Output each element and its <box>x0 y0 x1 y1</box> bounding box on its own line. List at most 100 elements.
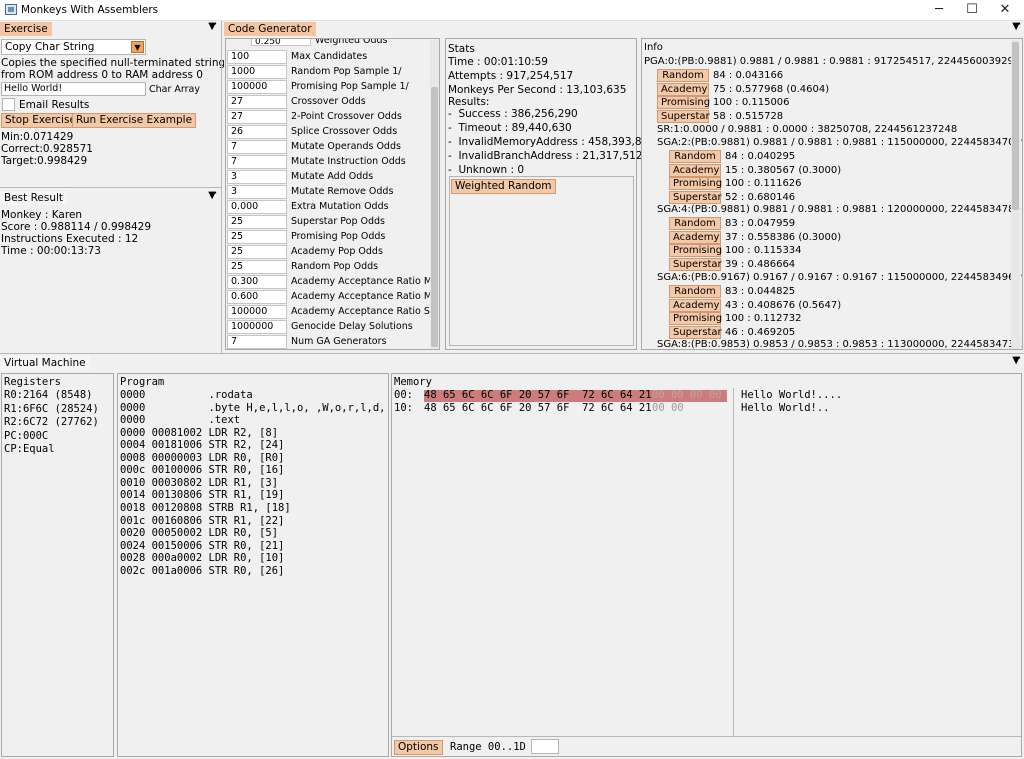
run-exercise-example-button[interactable]: Run Exercise Example <box>72 113 197 128</box>
info-pga-header: PGA:0:(PB:0.9881) 0.9881 / 0.9881 : 0.98… <box>644 56 1021 67</box>
info-population-button[interactable]: Promising <box>669 312 722 325</box>
param-label: Academy Pop Odds <box>291 246 383 257</box>
weighted-random-pane <box>449 176 634 346</box>
memory-row-1-address: 10: <box>394 402 413 414</box>
param-input[interactable]: 7 <box>227 155 287 169</box>
info-population-button[interactable]: Promising <box>669 244 722 257</box>
param-input[interactable]: 0.000 <box>227 200 287 214</box>
memory-range-input[interactable] <box>531 739 559 754</box>
info-population-button[interactable]: Superstar <box>669 190 722 204</box>
param-input[interactable]: 100 <box>227 50 287 64</box>
param-label: Random Pop Sample 1/ <box>291 66 402 77</box>
param-input[interactable]: 0.600 <box>227 290 287 304</box>
info-population-button[interactable]: Random <box>669 150 721 163</box>
exercise-dock-title: Exercise <box>0 22 52 36</box>
param-input[interactable]: 27 <box>227 110 287 124</box>
stats-result-line: - Success : 386,256,290 <box>448 108 578 120</box>
stats-result-line: - InvalidMemoryAddress : 458,393,852 <box>448 136 655 148</box>
param-input[interactable]: 100000 <box>227 80 287 94</box>
memory-row-0-ascii: Hello World!.... <box>741 389 843 401</box>
program-line: 0018 00120808 STRB R1, [18] <box>120 501 291 514</box>
info-population-value: 84 : 0.040295 <box>725 151 796 162</box>
exercise-min: Min:0.071429 <box>1 131 74 143</box>
param-label: Max Candidates <box>291 51 368 62</box>
info-population-value: 100 : 0.115006 <box>713 97 790 108</box>
memory-toolbar-divider <box>392 736 1021 737</box>
info-population-button[interactable]: Superstar <box>669 325 722 339</box>
program-line: 000c 00100006 STR R0, [16] <box>120 464 285 477</box>
weighted-random-button[interactable]: Weighted Random <box>451 179 556 194</box>
main-splitter[interactable] <box>0 353 1024 354</box>
exercise-select[interactable]: Copy Char String ▼ <box>1 39 146 55</box>
program-line: 0028 000a0002 LDR R0, [10] <box>120 552 285 565</box>
stats-results-label: Results: <box>448 96 490 108</box>
param-input[interactable]: 7 <box>227 140 287 154</box>
param-input[interactable]: 1000 <box>227 65 287 79</box>
info-population-value: 46 : 0.469205 <box>725 326 796 338</box>
param-label: Splice Crossover Odds <box>291 126 398 137</box>
register-line: PC:000C <box>4 429 49 442</box>
param-weighted-odds-input[interactable]: 0.250 <box>251 39 311 46</box>
scrollbar-thumb[interactable] <box>431 87 438 347</box>
param-input[interactable]: 7 <box>227 335 287 349</box>
maximize-button[interactable]: ☐ <box>955 0 989 20</box>
info-population-button[interactable]: Superstar <box>669 257 722 271</box>
stats-attempts: Attempts : 917,254,517 <box>448 70 574 82</box>
info-population-button[interactable]: Academy <box>669 298 721 312</box>
param-input[interactable]: 0.300 <box>227 275 287 289</box>
info-population-value: 100 : 0.112732 <box>725 313 802 324</box>
codegen-params-scrollbar[interactable] <box>430 40 439 349</box>
info-population-value: 15 : 0.380567 (0.3000) <box>725 164 842 176</box>
param-label: Promising Pop Odds <box>291 231 386 242</box>
param-label: Crossover Odds <box>291 96 366 107</box>
info-scrollbar[interactable] <box>1011 40 1020 349</box>
info-population-button[interactable]: Random <box>669 217 721 230</box>
info-population-button[interactable]: Random <box>657 69 709 82</box>
email-results-checkbox[interactable] <box>2 98 15 111</box>
info-sga4-header: SGA:4:(PB:0.9881) 0.9881 / 0.9881 : 0.98… <box>657 204 1023 215</box>
memory-row-0-address: 00: <box>394 389 413 401</box>
register-line: R1:6F6C (28524) <box>4 402 99 415</box>
exercise-input-field[interactable]: Hello World! <box>1 82 146 96</box>
left-splitter[interactable] <box>221 21 222 353</box>
info-population-value: 75 : 0.577968 (0.4604) <box>713 83 830 95</box>
param-input[interactable]: 25 <box>227 230 287 244</box>
param-input[interactable]: 25 <box>227 215 287 229</box>
info-population-button[interactable]: Promising <box>669 177 722 190</box>
close-button[interactable]: ✕ <box>988 0 1022 20</box>
minimize-button[interactable]: ─ <box>922 0 956 20</box>
codegen-params-pane[interactable]: 0.250 Weighted Odds 100 Max Candidates 100… <box>225 38 440 350</box>
memory-range-label: Range 00..1D <box>450 741 526 753</box>
param-input[interactable]: 100000 <box>227 305 287 319</box>
param-input[interactable]: 3 <box>227 185 287 199</box>
window-title: Monkeys With Assemblers <box>21 4 159 16</box>
program-title: Program <box>120 376 165 388</box>
info-sr-line: SR:1:0.0000 / 0.9881 : 0.0000 : 38250708… <box>657 124 958 135</box>
virtual-machine-dock-title: Virtual Machine <box>0 356 90 370</box>
info-population-button[interactable]: Academy <box>657 82 709 96</box>
param-input[interactable]: 3 <box>227 170 287 184</box>
exercise-splitter[interactable] <box>0 187 221 188</box>
param-input[interactable]: 25 <box>227 245 287 259</box>
info-pane: Info PGA:0:(PB:0.9881) 0.9881 / 0.9881 : … <box>641 38 1023 350</box>
exercise-input-type: Char Array <box>149 84 200 95</box>
stop-exercise-button[interactable]: Stop Exercise <box>1 113 80 128</box>
info-population-button[interactable]: Academy <box>669 230 721 244</box>
virtual-machine-dock-titlebar: Virtual Machine ▼ ━ <box>0 353 1024 371</box>
memory-options-button[interactable]: Options <box>394 740 443 755</box>
param-input[interactable]: 27 <box>227 95 287 109</box>
param-input[interactable]: 1000000 <box>227 320 287 334</box>
param-label: Extra Mutation Odds <box>291 201 389 212</box>
param-input[interactable]: 25 <box>227 260 287 274</box>
program-line: 001c 00160806 STR R1, [22] <box>120 514 285 527</box>
param-input[interactable]: 26 <box>227 125 287 139</box>
info-population-button[interactable]: Academy <box>669 163 721 177</box>
info-population-button[interactable]: Superstar <box>657 109 710 123</box>
dropdown-arrow-icon[interactable]: ▼ <box>131 41 144 53</box>
param-label: Academy Acceptance Ratio Max <box>291 291 440 302</box>
param-label: Mutate Add Odds <box>291 171 374 182</box>
memory-row-0-hex: 48 65 6C 6C 6F 20 57 6F 72 6C 64 21 <box>424 389 652 401</box>
scrollbar-thumb[interactable] <box>1012 42 1019 210</box>
info-population-button[interactable]: Random <box>669 285 721 298</box>
info-population-button[interactable]: Promising <box>657 96 710 109</box>
